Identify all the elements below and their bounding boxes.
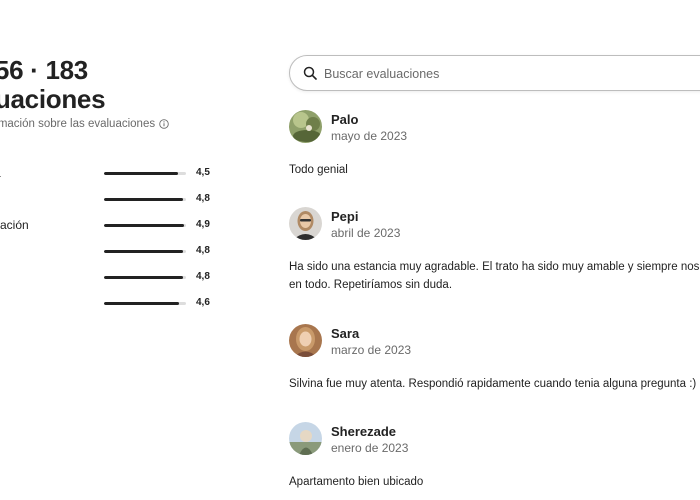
category-value: 4,8 — [196, 271, 210, 282]
category-bar — [104, 172, 186, 175]
avatar[interactable] — [289, 422, 322, 455]
review-text: Todo genial — [289, 164, 348, 176]
review-text: Silvina fue muy atenta. Respondió rapida… — [289, 378, 697, 390]
category-rating-row: d 4,8 — [0, 192, 250, 208]
category-label: cación — [0, 218, 29, 232]
category-bar — [104, 224, 186, 227]
category-value: 4,5 — [196, 167, 210, 178]
rating-score-title: ,56 · 183 luaciones — [0, 56, 248, 114]
category-rating-row: n 4,8 — [0, 244, 250, 260]
reviewer-name: Pepi — [331, 209, 359, 224]
category-bar-fill — [104, 302, 180, 305]
ratings-info-link[interactable]: rmación sobre las evaluaciones — [0, 118, 169, 130]
review-date: enero de 2023 — [331, 441, 409, 455]
category-bar — [104, 250, 186, 253]
category-rating-row: 4,6 — [0, 296, 250, 312]
review-text: Ha sido una estancia muy agradable. El t… — [289, 261, 700, 291]
review-item: Pepi abril de 2023 Ha sido una estancia … — [289, 207, 700, 297]
category-rating-row: a 4,5 — [0, 166, 250, 182]
reviewer-name: Palo — [331, 112, 359, 127]
category-bar — [104, 198, 186, 201]
category-bar — [104, 276, 186, 279]
category-value: 4,8 — [196, 193, 210, 204]
avatar[interactable] — [289, 110, 322, 143]
review-item: Sara marzo de 2023 Silvina fue muy atent… — [289, 324, 700, 394]
category-value: 4,8 — [196, 245, 210, 256]
review-item: Palo mayo de 2023 Todo genial — [289, 110, 700, 180]
category-label: a — [0, 166, 1, 180]
reviewer-name: Sara — [331, 326, 360, 341]
category-bar-fill — [104, 224, 185, 227]
rating-count-line: luaciones — [0, 84, 106, 114]
category-rating-row: 4,8 — [0, 270, 250, 286]
search-input[interactable] — [322, 64, 700, 84]
category-rating-row: cación 4,9 — [0, 218, 250, 234]
avatar[interactable] — [289, 324, 322, 357]
review-date: marzo de 2023 — [331, 343, 412, 357]
category-bar — [104, 302, 186, 305]
review-text: Apartamento bien ubicado — [289, 476, 424, 488]
category-bar-fill — [104, 276, 183, 279]
avatar[interactable] — [289, 207, 322, 240]
category-value: 4,9 — [196, 219, 210, 230]
review-item: Sherezade enero de 2023 Apartamento bien… — [289, 422, 700, 492]
rating-score-line: ,56 · 183 — [0, 55, 88, 85]
category-bar-fill — [104, 250, 183, 253]
search-reviews-box[interactable] — [289, 55, 700, 91]
ratings-info-text: rmación sobre las evaluaciones — [0, 118, 156, 130]
review-date: abril de 2023 — [331, 226, 401, 240]
reviewer-name: Sherezade — [331, 424, 397, 439]
info-icon — [159, 119, 169, 129]
category-label: n — [0, 244, 1, 258]
search-icon — [303, 66, 317, 80]
review-date: mayo de 2023 — [331, 129, 408, 143]
category-bar-fill — [104, 172, 178, 175]
rating-summary: ,56 · 183 luaciones rmación sobre las ev… — [0, 0, 250, 500]
category-bar-fill — [104, 198, 183, 201]
category-value: 4,6 — [196, 297, 210, 308]
category-label: d — [0, 192, 1, 206]
